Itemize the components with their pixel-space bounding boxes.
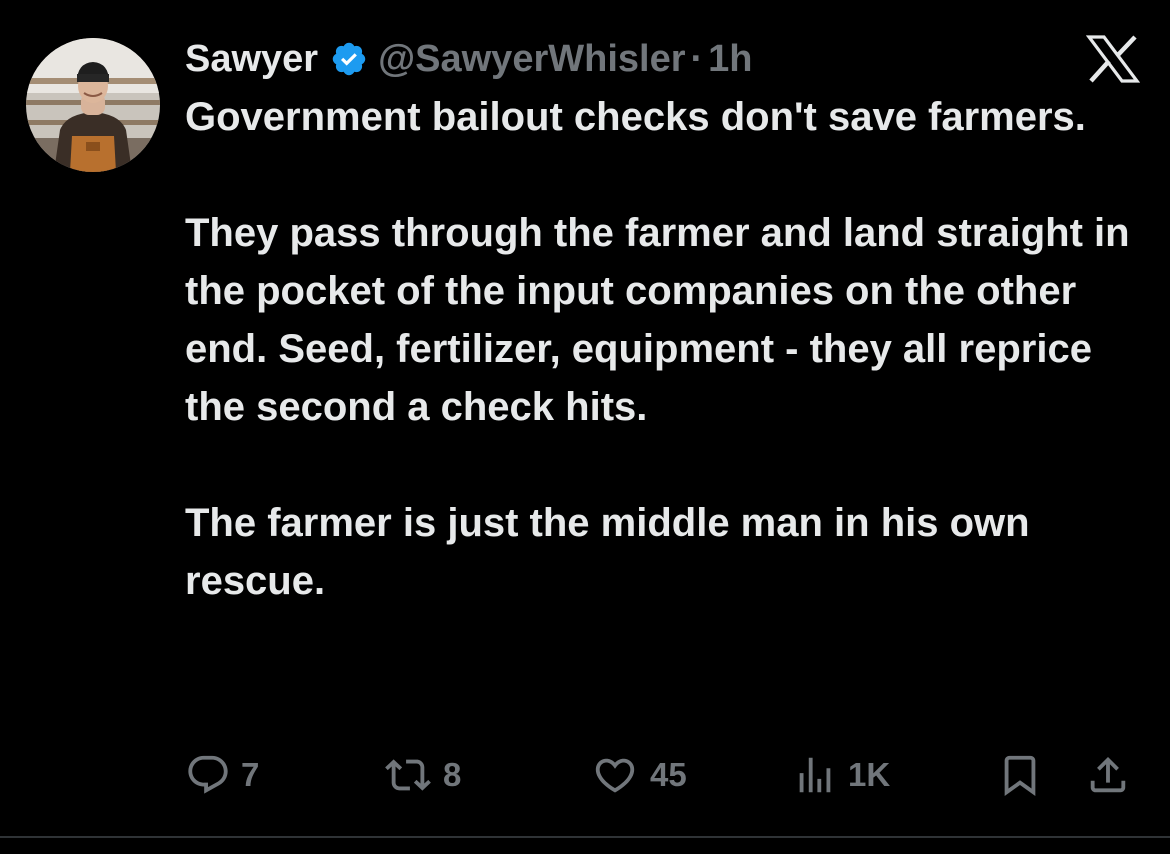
post-paragraph: The farmer is just the middle man in his…	[185, 501, 1030, 603]
post-paragraph: They pass through the farmer and land st…	[185, 211, 1130, 429]
separator-dot: ·	[690, 38, 704, 80]
heart-icon	[590, 752, 640, 798]
bookmark-icon	[997, 752, 1043, 798]
tweet: Sawyer @SawyerWhisler · 1h Government ba…	[0, 0, 1170, 854]
x-logo-icon[interactable]	[1086, 34, 1140, 84]
avatar[interactable]	[26, 38, 160, 172]
reply-count: 7	[241, 756, 260, 793]
repost-icon	[383, 752, 433, 798]
post-header: Sawyer @SawyerWhisler · 1h	[185, 34, 753, 84]
like-button[interactable]: 45	[590, 745, 687, 805]
post-text: Government bailout checks don't save far…	[185, 88, 1155, 610]
like-count: 45	[650, 756, 687, 793]
repost-count: 8	[443, 756, 462, 793]
bottom-divider	[0, 836, 1170, 838]
reply-icon	[185, 752, 231, 798]
share-button[interactable]	[1085, 745, 1131, 805]
bookmark-button[interactable]	[997, 745, 1043, 805]
reply-button[interactable]: 7	[185, 745, 259, 805]
post-timestamp[interactable]: 1h	[708, 34, 752, 84]
post-paragraph: Government bailout checks don't save far…	[185, 95, 1086, 139]
author-handle[interactable]: @SawyerWhisler	[378, 34, 685, 84]
author-display-name[interactable]: Sawyer	[185, 34, 318, 84]
share-icon	[1085, 752, 1131, 798]
views-button[interactable]: 1K	[792, 745, 890, 805]
views-icon	[792, 752, 838, 798]
action-bar: 7 8 45 1K	[185, 745, 1145, 805]
views-count: 1K	[848, 756, 891, 793]
repost-button[interactable]: 8	[383, 745, 461, 805]
verified-badge-icon	[330, 40, 368, 78]
